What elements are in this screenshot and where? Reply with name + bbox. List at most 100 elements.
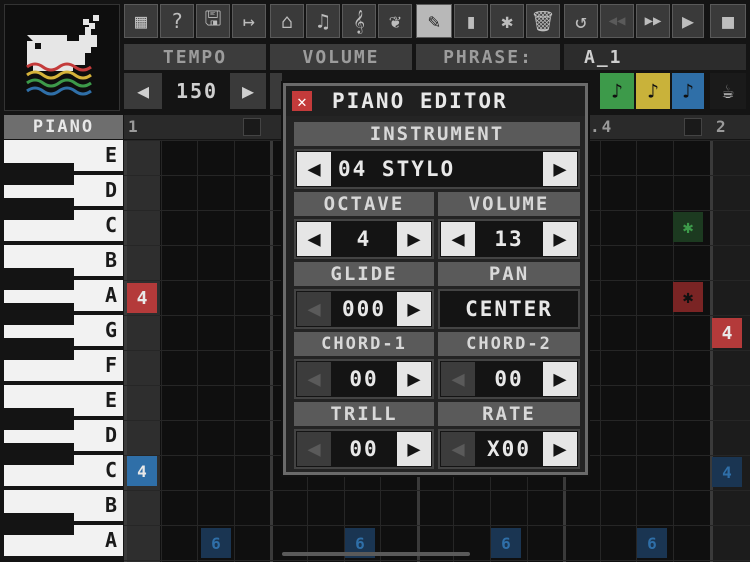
grid-playhead-column [124, 140, 160, 562]
note-green-star[interactable]: ✱ [673, 212, 703, 242]
logo [4, 4, 120, 111]
stop-icon[interactable]: ■ [710, 4, 746, 38]
grid-icon[interactable]: ▦ [124, 4, 158, 38]
piano-black-key[interactable] [4, 303, 74, 325]
play-icon[interactable]: ▶ [672, 4, 704, 38]
instrument-prev-button[interactable]: ◀ [297, 152, 331, 186]
grid-column-2: 2 [716, 117, 728, 136]
grid-column-1-4-text: .4 [590, 117, 614, 136]
pan-value-text: CENTER [465, 297, 553, 321]
note-a-red[interactable]: 4 [127, 283, 157, 313]
grid-column-2-text: 2 [716, 117, 728, 136]
glide-label: GLIDE [294, 262, 434, 286]
undo-icon[interactable]: ↺ [564, 4, 598, 38]
note-red-star[interactable]: ✱ [673, 282, 703, 312]
octave-increase-arrow: ▶ [407, 226, 421, 252]
trash-icon[interactable]: 🗑 [526, 4, 560, 38]
pencil-icon-glyph: ✎ [427, 9, 441, 33]
octave-increase-button[interactable]: ▶ [397, 222, 431, 256]
glide-decrease-button[interactable]: ◀ [297, 292, 331, 326]
track-button-green[interactable]: ♪ [600, 73, 634, 109]
track-button-yellow[interactable]: ♪ [636, 73, 670, 109]
track-button-blue[interactable]: ♪ [672, 73, 704, 109]
trill-increase-arrow: ▶ [407, 436, 421, 462]
volume-decrease-button[interactable]: ◀ [441, 222, 475, 256]
scroll-indicator[interactable] [282, 552, 470, 556]
star-icon[interactable]: ✱ [490, 4, 524, 38]
chord-2-label-text: CHORD-2 [466, 334, 552, 354]
chord-1-increase-button[interactable]: ▶ [397, 362, 431, 396]
note-bottom-1[interactable]: 6 [201, 528, 231, 558]
undo-icon-glyph: ↺ [574, 9, 588, 33]
piano-icon[interactable]: ⌂ [270, 4, 304, 38]
piano-black-key[interactable] [4, 443, 74, 465]
note-a-red-text: 4 [136, 287, 148, 309]
piano-key-label: A [104, 528, 117, 552]
piano-black-key[interactable] [4, 268, 74, 290]
glide-increase-button[interactable]: ▶ [397, 292, 431, 326]
close-icon[interactable]: ✕ [292, 91, 312, 111]
octave-label: OCTAVE [294, 192, 434, 216]
instrument-next-button[interactable]: ▶ [543, 152, 577, 186]
note-bottom-4[interactable]: 6 [637, 528, 667, 558]
piano-black-key[interactable] [4, 338, 74, 360]
note-bottom-3[interactable]: 6 [491, 528, 521, 558]
chord-1-value-text: 00 [349, 367, 379, 391]
piano-black-key[interactable] [4, 408, 74, 430]
volume-label: VOLUME [438, 192, 580, 216]
instrument-prev-arrow: ◀ [307, 156, 321, 182]
trill-decrease-button[interactable]: ◀ [297, 432, 331, 466]
volume-increase-button[interactable]: ▶ [543, 222, 577, 256]
phrase-value[interactable]: A_1 [564, 44, 746, 70]
rate-decrease-button[interactable]: ◀ [441, 432, 475, 466]
volume-decrease-button[interactable] [270, 73, 282, 109]
pencil-icon[interactable]: ✎ [416, 4, 452, 38]
help-icon[interactable]: ? [160, 4, 194, 38]
tempo-increase-arrow: ▶ [241, 79, 255, 103]
clef-icon[interactable]: 𝄞 [342, 4, 376, 38]
save-icon-glyph: 🖫 [204, 6, 222, 30]
rate-value-text: x00 [487, 437, 531, 461]
trill-increase-button[interactable]: ▶ [397, 432, 431, 466]
note-red-right[interactable]: 4 [712, 318, 742, 348]
save-icon[interactable]: 🖫 [196, 4, 230, 38]
rate-decrease-arrow: ◀ [451, 436, 465, 462]
piano-black-key[interactable] [4, 163, 74, 185]
piano-key-label: C [104, 213, 117, 237]
piano-black-key[interactable] [4, 513, 74, 535]
star-icon-glyph: ✱ [500, 9, 514, 33]
note-c-blue-text: 4 [137, 461, 147, 481]
grid-icon-glyph: ▦ [134, 9, 148, 33]
pan-value[interactable]: CENTER [438, 289, 580, 329]
tempo-decrease-button[interactable]: ◀ [124, 73, 162, 109]
fast-forward-icon[interactable]: ▶▶ [636, 4, 670, 38]
grid-playhead-column-2 [712, 140, 750, 562]
note-blue-right-text: 4 [722, 462, 732, 482]
note-icon[interactable]: ♫ [306, 4, 340, 38]
rate-increase-button[interactable]: ▶ [543, 432, 577, 466]
chord-2-decrease-arrow: ◀ [451, 366, 465, 392]
piano-key-label: E [104, 388, 117, 412]
rewind-icon[interactable]: ◀◀ [600, 4, 634, 38]
chord-2-increase-button[interactable]: ▶ [543, 362, 577, 396]
glide-decrease-arrow: ◀ [307, 296, 321, 322]
mug-icon[interactable]: ☕ [710, 73, 746, 109]
stop-icon-glyph: ■ [721, 9, 735, 33]
track-green-note-icon: ♪ [610, 79, 624, 103]
note-c-blue[interactable]: 4 [127, 456, 157, 486]
export-icon[interactable]: ↦ [232, 4, 266, 38]
grid-column-line [197, 140, 199, 562]
bird-icon[interactable]: ❦ [378, 4, 412, 38]
volume-value-text: 13 [494, 227, 524, 251]
note-blue-right[interactable]: 4 [712, 457, 742, 487]
grid-column-line [124, 140, 127, 562]
chord-2-decrease-button[interactable]: ◀ [441, 362, 475, 396]
trill-label: TRILL [294, 402, 434, 426]
chord-1-decrease-button[interactable]: ◀ [297, 362, 331, 396]
tempo-value: 150 [164, 73, 230, 109]
tempo-increase-button[interactable]: ▶ [230, 73, 266, 109]
octave-decrease-button[interactable]: ◀ [297, 222, 331, 256]
eraser-icon[interactable]: ▮ [454, 4, 488, 38]
grid-row-line [124, 560, 750, 561]
piano-black-key[interactable] [4, 198, 74, 220]
